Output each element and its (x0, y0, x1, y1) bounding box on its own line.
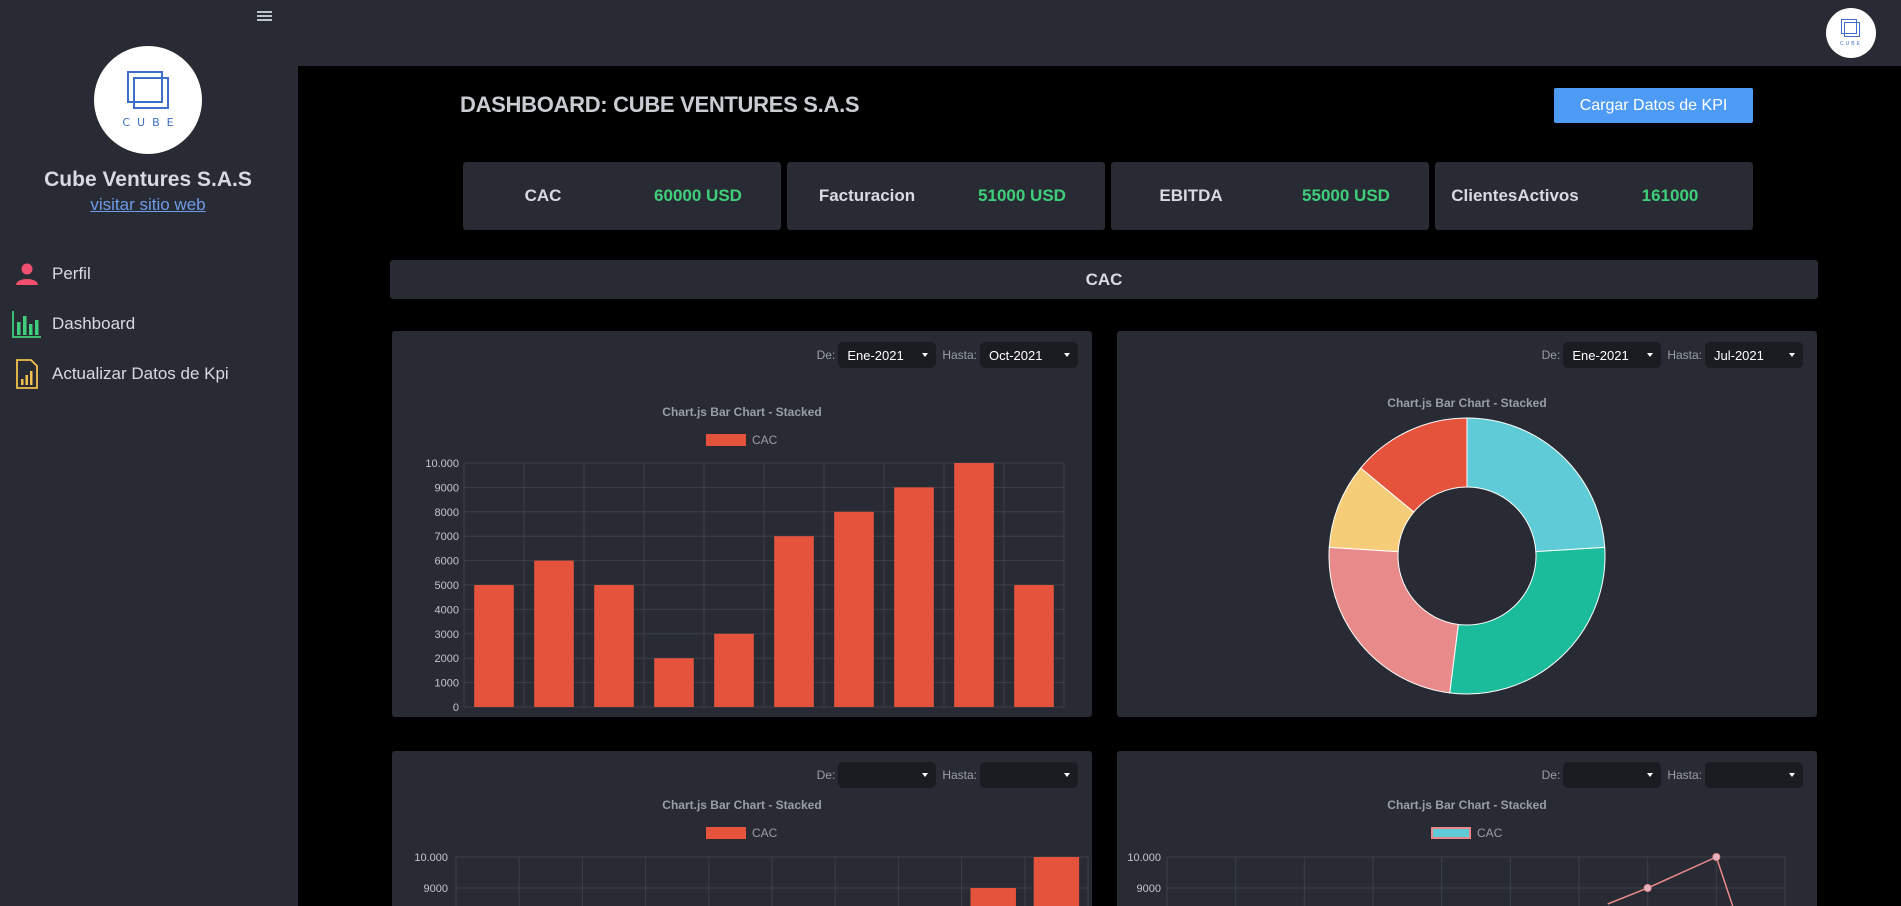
main-content: DASHBOARD: CUBE VENTURES S.A.S Cargar Da… (298, 66, 1901, 906)
y-tick-label: 1000 (435, 678, 459, 690)
data-point (1643, 884, 1652, 892)
visit-website-link[interactable]: visitar sitio web (0, 195, 296, 215)
chart-panel-bar: De: Ene-2021 Hasta: Oct-2021 Chart.js Ba… (392, 331, 1092, 717)
data-point (1712, 853, 1721, 861)
logo-text: CUBE (122, 116, 181, 129)
y-tick-label: 8000 (435, 507, 459, 519)
kpi-name: ClientesActivos (1451, 186, 1579, 205)
sidebar-item-label: Dashboard (52, 314, 136, 333)
x-tick-label: Feb-2021 (513, 715, 561, 717)
bar (834, 511, 874, 707)
x-tick-label: Jun-2021 (754, 715, 801, 717)
kpi-value: 161000 (1641, 186, 1699, 205)
kpi-name: CAC (524, 186, 562, 205)
y-tick-label: 10.000 (1127, 852, 1161, 864)
y-tick-label: 5000 (435, 580, 459, 592)
x-tick-label: Mar-2021 (573, 715, 621, 717)
kpi-value: 60000 USD (654, 186, 742, 205)
y-tick-label: 2000 (435, 653, 459, 665)
y-tick-label: 4000 (435, 604, 459, 616)
y-tick-label: 6000 (435, 556, 459, 568)
sidebar-item-label: Actualizar Datos de Kpi (52, 364, 229, 383)
x-tick-label: Ago-2021 (872, 715, 921, 717)
user-avatar[interactable]: CUBE (1826, 8, 1876, 58)
bar (594, 585, 634, 707)
chart-panel-doughnut: De: Ene-2021 Hasta: Jul-2021 Chart.js Ba… (1117, 331, 1817, 717)
x-tick-label: Sep-2021 (932, 715, 981, 717)
document-chart-icon (12, 359, 42, 389)
sidebar: CUBE Cube Ventures S.A.S visitar sitio w… (0, 0, 298, 906)
x-tick-label: Abr-2021 (635, 715, 681, 717)
bar (1033, 857, 1080, 906)
user-icon (12, 259, 42, 289)
y-tick-label: 0 (453, 702, 459, 714)
kpi-value: 51000 USD (978, 186, 1066, 205)
bar (774, 536, 814, 707)
kpi-card-cac: CAC 60000 USD (463, 162, 781, 230)
bar-chart: 0 1000 2000 3000 4000 5000 6000 7000 8000 9000 10.… (425, 458, 1065, 717)
x-tick-label: Ene-2021 (452, 715, 501, 717)
bar (654, 658, 694, 707)
avatar-text: CUBE (1840, 41, 1862, 47)
doughnut-slice (1449, 546, 1606, 695)
y-tick-label: 9000 (424, 883, 448, 895)
kpi-card-ebitda: EBITDA 55000 USD (1111, 162, 1429, 230)
sidebar-item-dashboard[interactable]: Dashboard (12, 308, 135, 340)
menu-toggle-icon[interactable] (257, 11, 272, 22)
bar-chart-icon (12, 309, 42, 339)
doughnut-chart (1328, 417, 1606, 695)
company-logo: CUBE (94, 46, 202, 154)
bar (954, 463, 994, 707)
doughnut-slice (1466, 417, 1606, 553)
bar-chart: 10.000 9000 (414, 852, 1089, 906)
kpi-card-facturacion: Facturacion 51000 USD (787, 162, 1105, 230)
bar (714, 633, 754, 707)
line-chart: 10.000 9000 (1127, 852, 1786, 906)
bar (474, 585, 514, 707)
y-tick-label: 10.000 (425, 458, 459, 470)
section-header: CAC (390, 260, 1818, 299)
page-title: DASHBOARD: CUBE VENTURES S.A.S (460, 92, 860, 117)
doughnut-slice (1328, 546, 1459, 694)
y-tick-label: 9000 (435, 482, 459, 494)
x-tick-label: Jul-2021 (817, 715, 861, 717)
chart-panel-bar-2: De: Hasta: Chart.js Bar Chart - Stacked … (392, 751, 1092, 906)
bar (894, 487, 934, 707)
kpi-value: 55000 USD (1302, 186, 1390, 205)
bar (534, 560, 574, 707)
x-tick-label: Oct-2021 (995, 715, 1041, 717)
y-tick-label: 10.000 (414, 852, 448, 864)
y-tick-label: 7000 (435, 531, 459, 543)
y-tick-label: 9000 (1137, 883, 1161, 895)
x-tick-label: May-2021 (691, 715, 741, 717)
kpi-name: EBITDA (1159, 186, 1223, 205)
bar (1014, 585, 1054, 707)
bar (970, 888, 1016, 906)
top-bar (298, 0, 1901, 66)
sidebar-item-label: Perfil (52, 264, 91, 283)
sidebar-item-actualizar-kpi[interactable]: Actualizar Datos de Kpi (12, 358, 229, 390)
chart-panel-line: De: Hasta: Chart.js Bar Chart - Stacked … (1117, 751, 1817, 906)
sidebar-item-perfil[interactable]: Perfil (12, 258, 91, 290)
kpi-name: Facturacion (818, 186, 916, 205)
y-tick-label: 3000 (435, 629, 459, 641)
series-line (1607, 855, 1734, 906)
company-name: Cube Ventures S.A.S (44, 168, 252, 191)
kpi-card-clientes-activos: ClientesActivos 161000 (1435, 162, 1753, 230)
load-kpi-button[interactable]: Cargar Datos de KPI (1554, 88, 1753, 123)
